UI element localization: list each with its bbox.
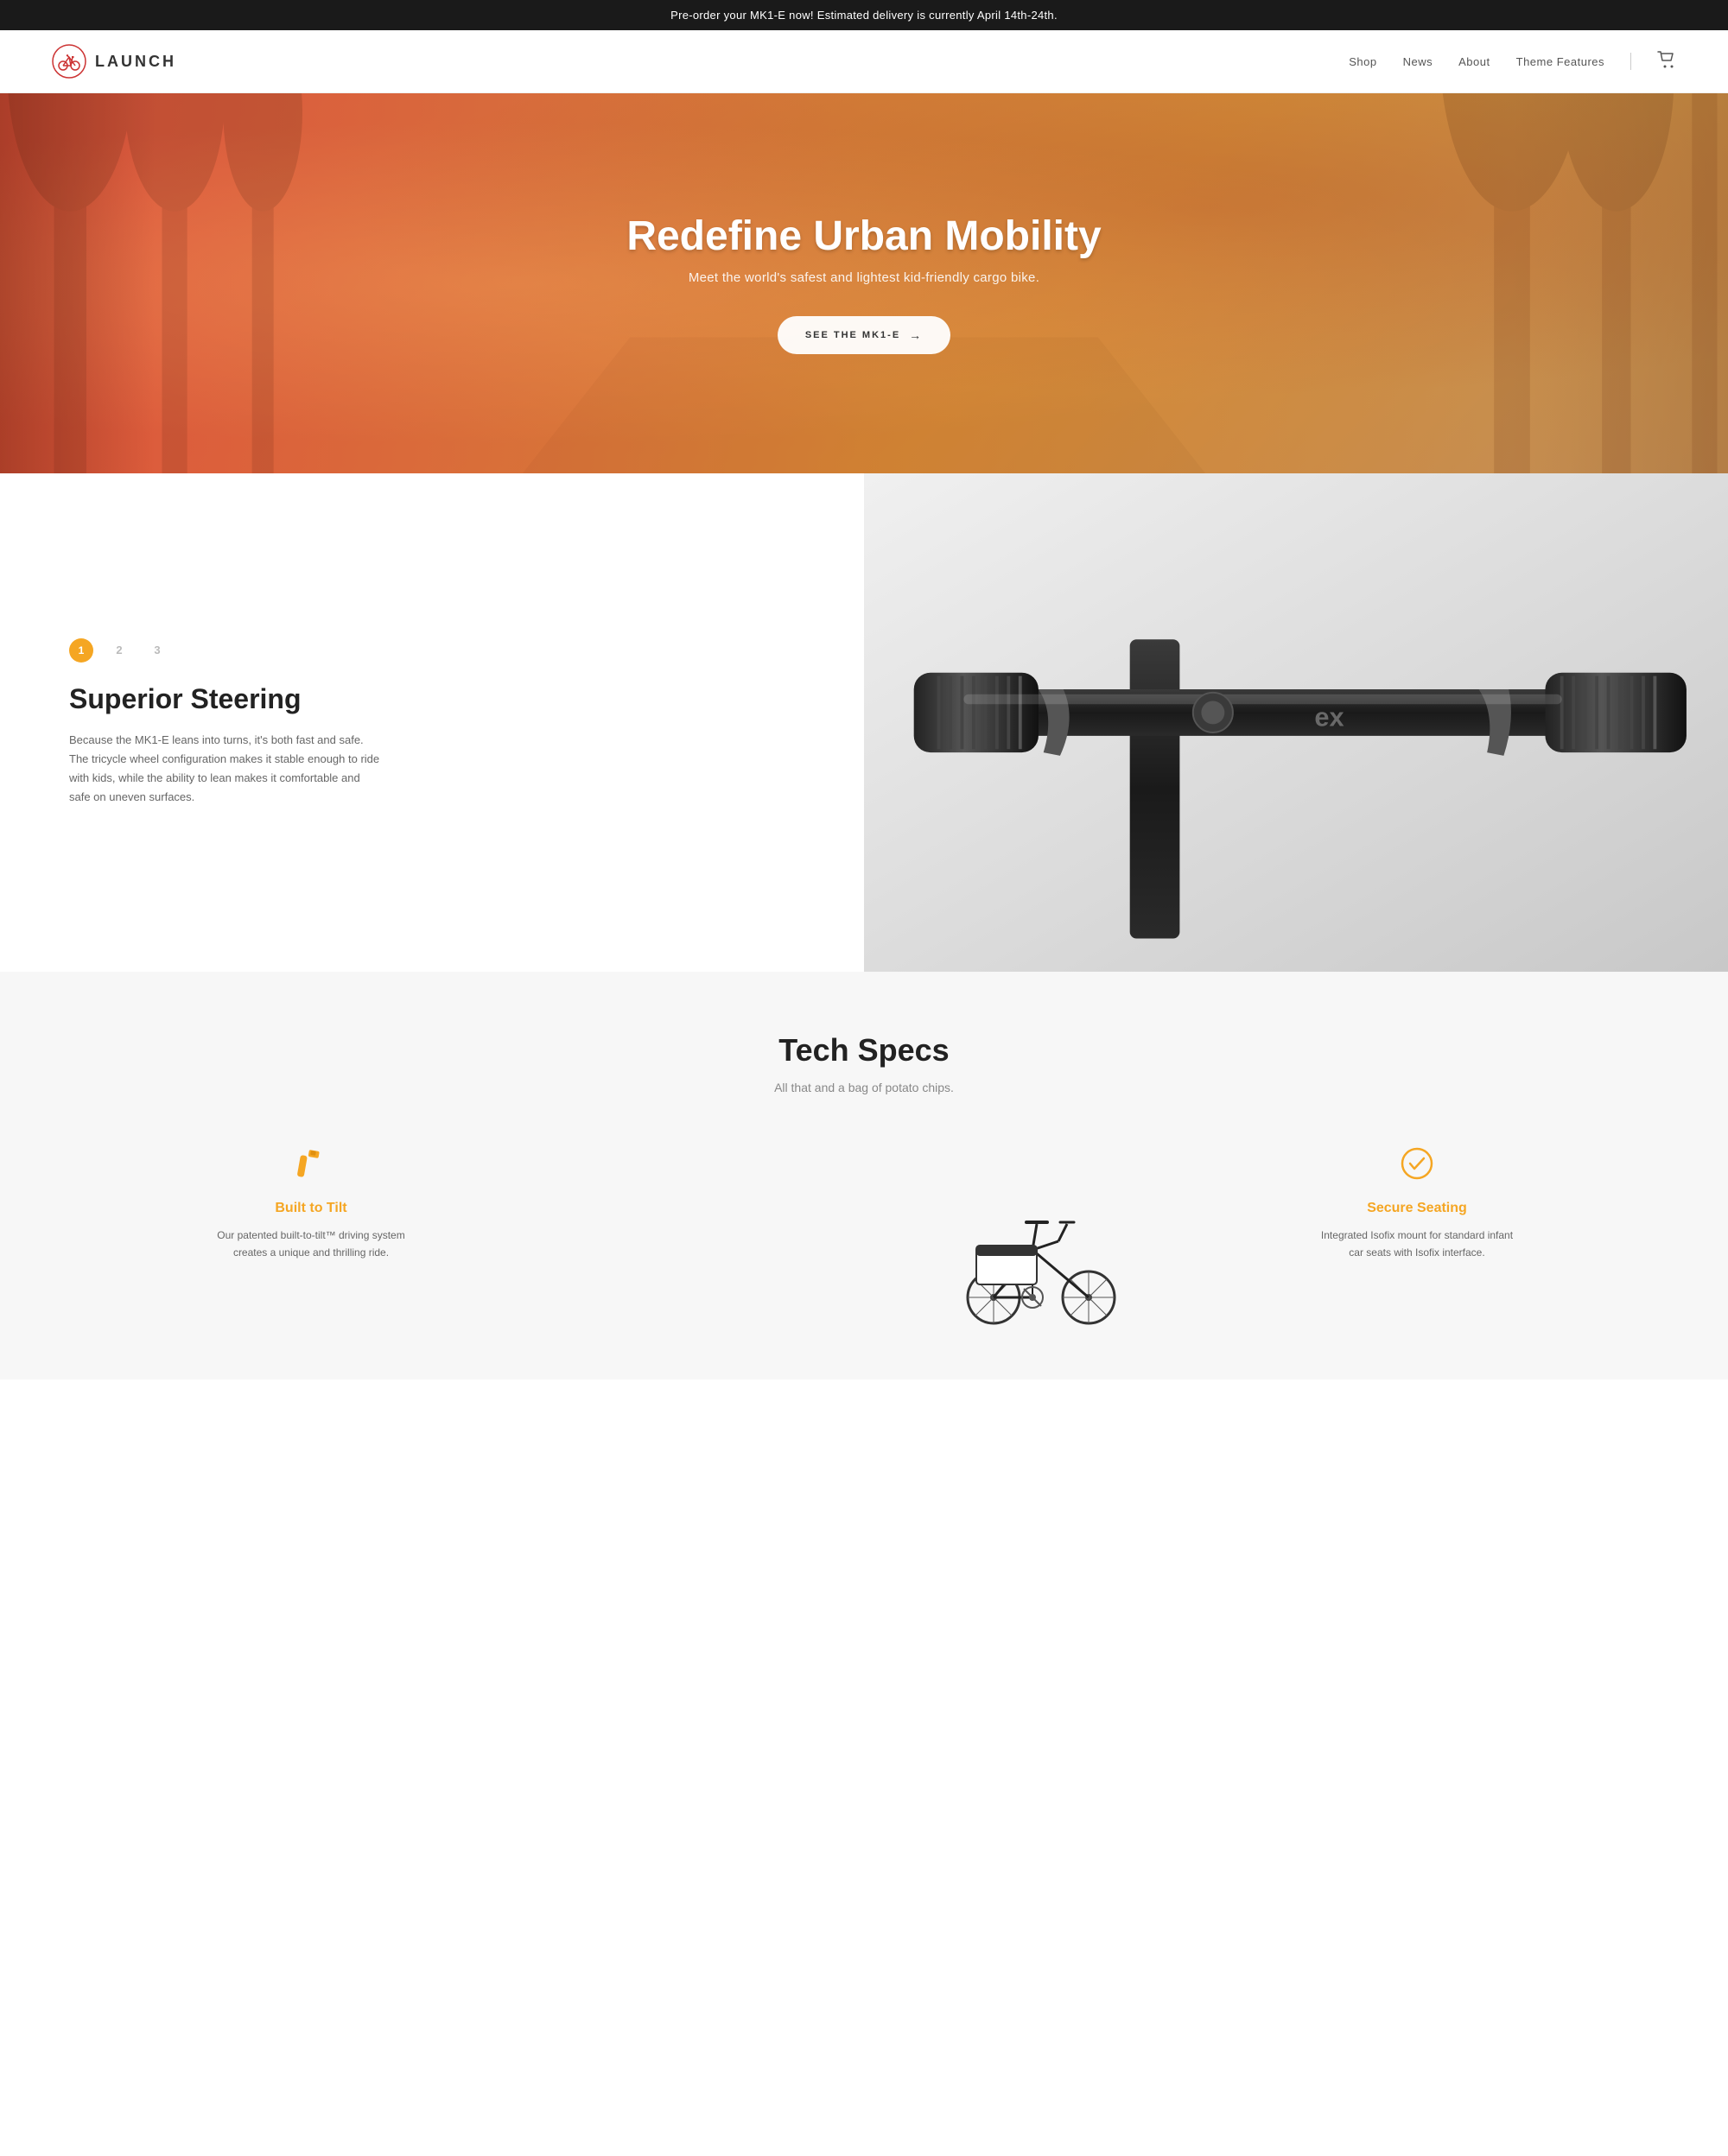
step-2[interactable]: 2: [107, 638, 131, 663]
spec-secure-seating-desc: Integrated Isofix mount for standard inf…: [1313, 1227, 1521, 1262]
announcement-text: Pre-order your MK1-E now! Estimated deli…: [670, 9, 1058, 22]
feature-title: Superior Steering: [69, 683, 795, 715]
spec-built-to-tilt: Built to Tilt Our patented built-to-tilt…: [52, 1146, 570, 1262]
spec-built-to-tilt-title: Built to Tilt: [275, 1201, 346, 1216]
cart-icon[interactable]: [1657, 51, 1676, 73]
tech-specs-subtitle: All that and a bag of potato chips.: [52, 1081, 1676, 1094]
tech-specs-section: Tech Specs All that and a bag of potato …: [0, 972, 1728, 1379]
logo-icon: [52, 44, 86, 79]
tech-specs-title: Tech Specs: [52, 1032, 1676, 1068]
features-image: ex: [864, 473, 1728, 972]
nav-about[interactable]: About: [1458, 55, 1490, 68]
spec-center-image: [605, 1146, 1123, 1336]
nav-shop[interactable]: Shop: [1349, 55, 1376, 68]
logo-area: LAUNCH: [52, 44, 176, 79]
hero-cta-label: SEE THE MK1-E: [805, 330, 900, 340]
features-section: 1 2 3 Superior Steering Because the MK1-…: [0, 473, 1728, 972]
spec-hammer-icon: [294, 1146, 328, 1189]
nav-divider: [1630, 53, 1631, 70]
announcement-bar: Pre-order your MK1-E now! Estimated deli…: [0, 0, 1728, 30]
spec-secure-seating: Secure Seating Integrated Isofix mount f…: [1158, 1146, 1676, 1262]
logo-text: LAUNCH: [95, 53, 176, 71]
nav-theme-features[interactable]: Theme Features: [1516, 55, 1604, 68]
hero-cta-button[interactable]: SEE THE MK1-E →: [778, 316, 950, 354]
feature-description: Because the MK1-E leans into turns, it's…: [69, 731, 380, 807]
handlebar-svg: ex: [864, 473, 1728, 972]
bike-image-svg: [950, 1146, 1123, 1336]
hero-title: Redefine Urban Mobility: [626, 212, 1101, 260]
step-1[interactable]: 1: [69, 638, 93, 663]
hero-subtitle: Meet the world's safest and lightest kid…: [626, 270, 1101, 285]
spec-secure-seating-title: Secure Seating: [1367, 1201, 1467, 1216]
features-content: 1 2 3 Superior Steering Because the MK1-…: [0, 473, 864, 972]
step-dots: 1 2 3: [69, 638, 795, 663]
nav-news[interactable]: News: [1403, 55, 1433, 68]
hero-cta-arrow: →: [909, 328, 923, 342]
main-nav: Shop News About Theme Features: [1349, 51, 1676, 73]
svg-text:ex: ex: [1314, 701, 1344, 732]
spec-built-to-tilt-desc: Our patented built-to-tilt™ driving syst…: [207, 1227, 415, 1262]
hero-section: Redefine Urban Mobility Meet the world's…: [0, 93, 1728, 473]
step-3[interactable]: 3: [145, 638, 169, 663]
spec-checkmark-icon: [1400, 1146, 1434, 1189]
header: LAUNCH Shop News About Theme Features: [0, 30, 1728, 93]
specs-grid: Built to Tilt Our patented built-to-tilt…: [52, 1146, 1676, 1336]
hero-content: Redefine Urban Mobility Meet the world's…: [626, 212, 1101, 354]
